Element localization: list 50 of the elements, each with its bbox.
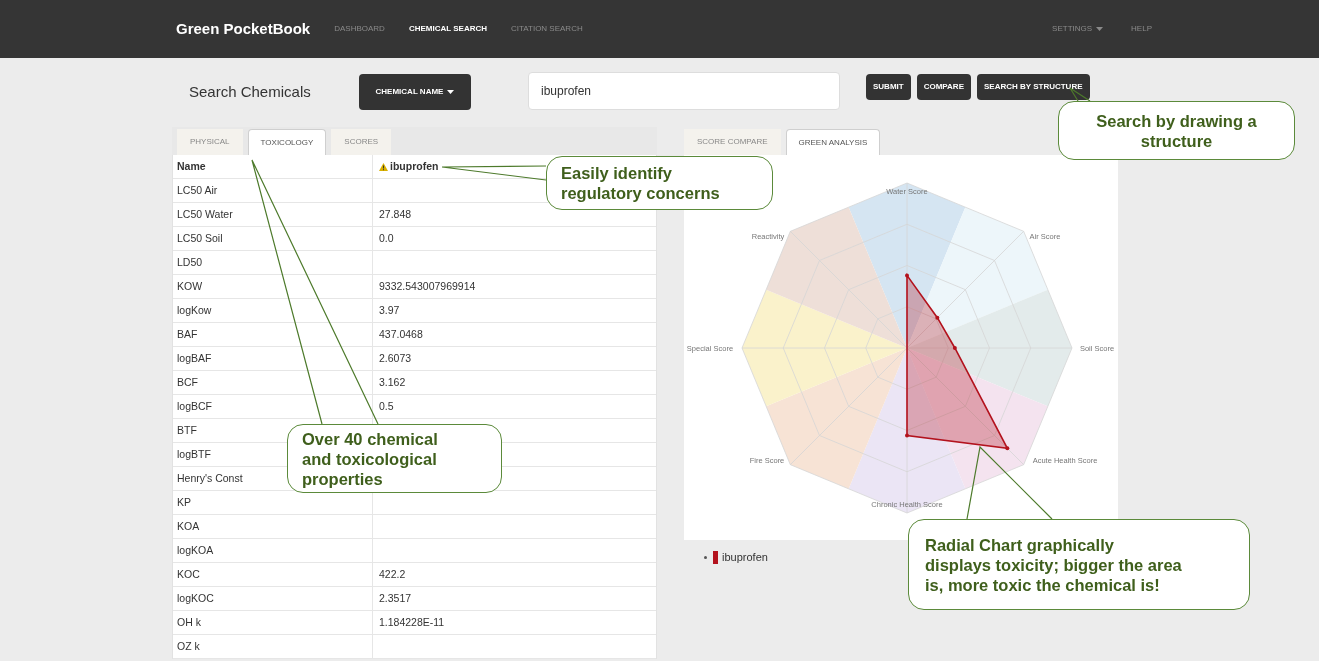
nav-link[interactable]: DASHBOARD — [334, 23, 385, 35]
brand[interactable]: Green PocketBook — [176, 17, 311, 41]
table-cell-text: 437.0468 — [378, 326, 424, 342]
table-cell-text: 2.3517 — [378, 590, 413, 606]
table-cell-text: 0.5 — [378, 398, 395, 414]
table-cell: logBCF — [173, 395, 373, 418]
nav-link[interactable]: HELP — [1131, 23, 1152, 35]
table-cell: OZ k — [173, 635, 373, 658]
table-cell: LC50 Air — [173, 179, 373, 202]
nav-link[interactable]: CHEMICAL SEARCH — [408, 23, 487, 35]
table-cell: OH k — [173, 611, 373, 634]
table-cell-text: 422.2 — [378, 566, 407, 582]
page-title: Search Chemicals — [189, 82, 312, 102]
action-button[interactable]: SUBMIT — [866, 74, 911, 100]
table-cell: logKOA — [173, 539, 373, 562]
action-button[interactable]: COMPARE — [916, 74, 971, 100]
caret-icon — [447, 90, 455, 94]
table-cell-text: 27.848 — [378, 206, 413, 222]
tab[interactable]: GREEN ANALYSIS — [785, 129, 881, 155]
table-cell-text: 1.184228E-11 — [378, 614, 446, 630]
action-button[interactable]: SEARCH BY STRUCTURE — [976, 74, 1090, 100]
table-cell-text: 3.97 — [378, 302, 401, 318]
search-field[interactable]: ibuprofen — [528, 72, 840, 110]
table-cell: logBAF — [173, 347, 373, 370]
table-cell: LD50 — [173, 251, 373, 274]
table-cell-text: 2.6073 — [378, 350, 413, 366]
tab[interactable]: TOXICOLOGY — [247, 129, 327, 155]
table-cell-text: 9332.543007969914 — [378, 278, 477, 294]
legend-label: ibuprofen — [722, 550, 768, 565]
callout-text: Search by drawing a structure — [1096, 110, 1257, 151]
table-header-cell: Name — [173, 155, 373, 178]
callout-text: Easily identify regulatory concerns — [561, 163, 720, 203]
table-cell-text: 0.0 — [378, 230, 395, 246]
table-cell: LC50 Soil — [173, 227, 373, 250]
leader-line — [1069, 87, 1091, 102]
table-cell-text: 3.162 — [378, 374, 407, 390]
table-cell: logKOC — [173, 587, 373, 610]
search-type-dropdown[interactable]: CHEMICAL NAME — [359, 74, 471, 110]
callout-text: Radial Chart graphically displays toxicity; bigger the area is, more toxic the chemical is! — [925, 534, 1182, 595]
table-cell: BCF — [173, 371, 373, 394]
table-header-cell-text: ibuprofen — [390, 158, 439, 174]
table-cell: KOW — [173, 275, 373, 298]
table-cell: LC50 Water — [173, 203, 373, 226]
bullet-icon — [704, 555, 707, 559]
table-cell: KOA — [173, 515, 373, 538]
table-cell: logKow — [173, 299, 373, 322]
table-cell: BAF — [173, 323, 373, 346]
nav-link[interactable]: SETTINGS — [1052, 23, 1104, 35]
table-cell: KOC — [173, 563, 373, 586]
nav-link[interactable]: CITATION SEARCH — [511, 23, 583, 35]
